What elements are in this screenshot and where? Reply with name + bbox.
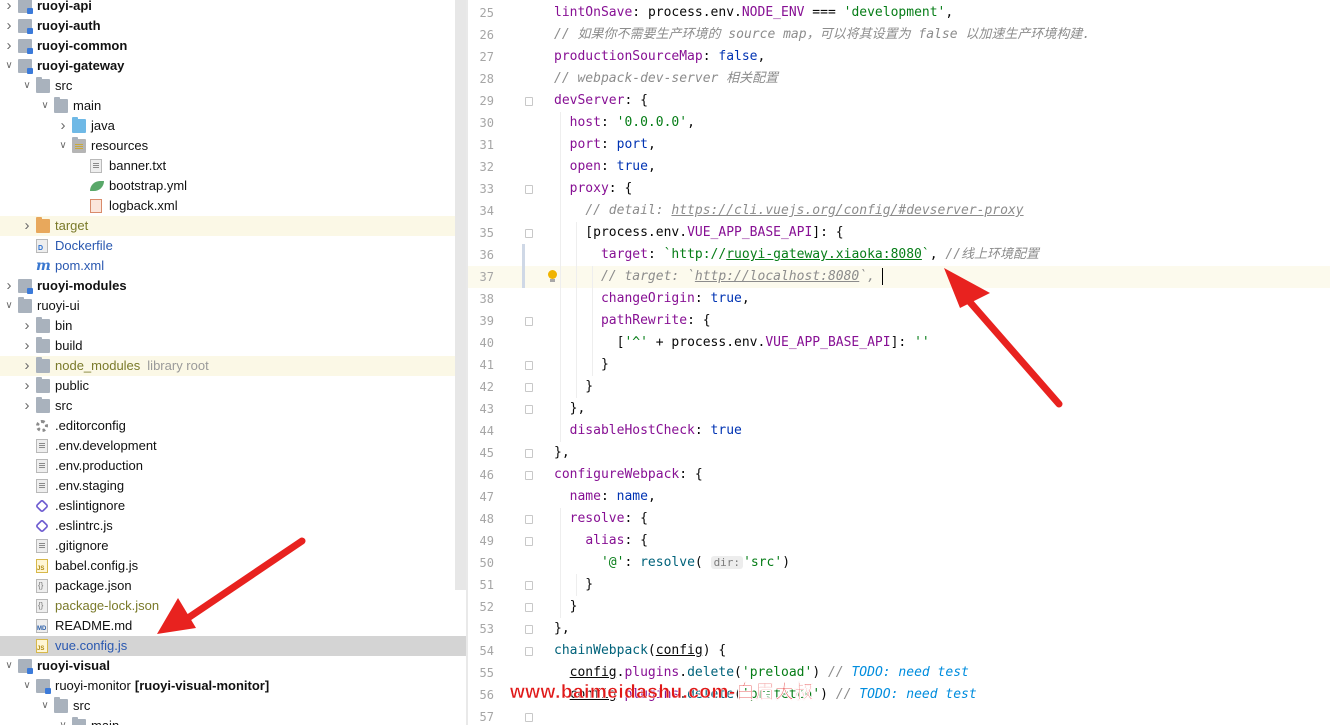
arrow-to-target-url bbox=[944, 268, 1063, 408]
indent-guide bbox=[576, 574, 577, 596]
arrow-to-vue-config bbox=[157, 537, 306, 634]
indent-guide bbox=[560, 508, 561, 618]
change-marker[interactable] bbox=[522, 244, 525, 288]
indent-guide bbox=[576, 222, 577, 398]
annotation-arrows bbox=[157, 268, 1063, 634]
lightbulb-icon[interactable] bbox=[547, 270, 557, 282]
text-caret bbox=[882, 268, 883, 285]
indent-guide bbox=[592, 266, 593, 376]
watermark-text: www.baimeidashu.com-白眉大叔 bbox=[510, 682, 814, 703]
indent-guide bbox=[560, 112, 561, 442]
